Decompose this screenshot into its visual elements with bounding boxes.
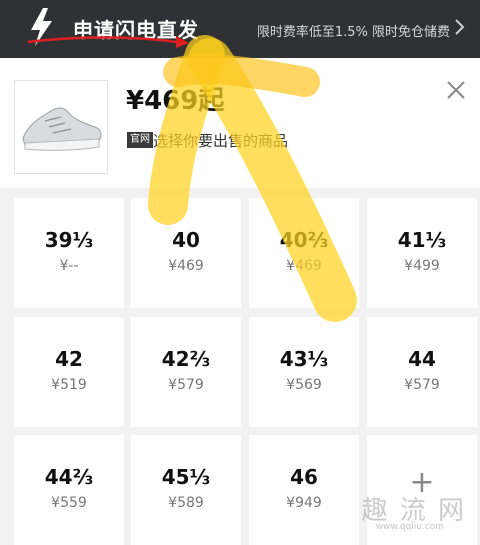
size-price: ¥-- [59,258,79,274]
size-label: 39⅓ [44,228,94,252]
size-price: ¥579 [404,377,440,393]
size-label: 46 [290,465,318,489]
size-label: 42 [55,347,83,371]
size-price: ¥469 [286,258,322,274]
watermark-url: www.qqliu.com [375,522,444,532]
size-label: 45⅓ [161,465,211,489]
sneaker-image [22,107,102,151]
banner-promo-text: 限时费率低至1.5% 限时免仓储费 [256,25,450,40]
size-option[interactable]: 44⅔ ¥559 [14,435,124,545]
size-price: ¥589 [168,495,204,511]
size-price: ¥579 [168,377,204,393]
size-option[interactable]: 42 ¥519 [14,317,124,427]
size-option[interactable]: 44 ¥579 [367,317,477,427]
size-option[interactable]: 41⅓ ¥499 [367,198,477,308]
size-price: ¥559 [51,495,87,511]
official-tag: 官网 [127,132,153,148]
product-price: ¥469起 [126,86,225,116]
size-label: 40 [172,228,200,252]
close-icon[interactable] [444,78,468,102]
size-label: 43⅓ [279,347,329,371]
size-price: ¥519 [51,377,87,393]
size-price: ¥469 [168,258,204,274]
size-option[interactable]: 40 ¥469 [131,198,241,308]
size-label: 44⅔ [44,465,94,489]
size-option[interactable]: 45⅓ ¥589 [131,435,241,545]
size-price: ¥949 [286,495,322,511]
size-label: 44 [408,347,436,371]
size-price: ¥569 [286,377,322,393]
size-option[interactable]: 43⅓ ¥569 [249,317,359,427]
product-header: ¥469起 官网 选择你要出售的商品 [0,58,480,188]
size-option[interactable]: 42⅔ ¥579 [131,317,241,427]
product-thumbnail[interactable] [14,80,108,174]
size-label: 42⅔ [161,347,211,371]
size-label: 41⅓ [397,228,447,252]
size-option[interactable]: 40⅔ ¥469 [249,198,359,308]
size-label: 40⅔ [279,228,329,252]
size-price: ¥499 [404,258,440,274]
size-option[interactable]: 46 ¥949 [249,435,359,545]
size-grid: 39⅓ ¥-- 40 ¥469 40⅔ ¥469 41⅓ ¥499 42 ¥51… [0,188,480,545]
size-option[interactable]: 39⅓ ¥-- [14,198,124,308]
chevron-right-icon [455,19,465,35]
lightning-direct-banner[interactable]: 申请闪电直发 限时费率低至1.5% 限时免仓储费 [0,0,480,58]
annotation-arrow [27,36,189,48]
select-product-hint: 选择你要出售的商品 [153,132,289,150]
